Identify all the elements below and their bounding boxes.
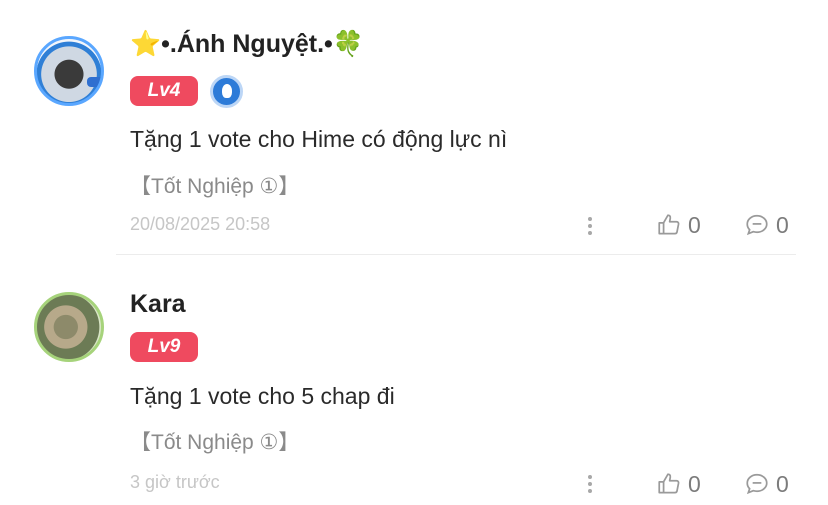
comment-text: Tặng 1 vote cho 5 chap đi <box>130 383 395 409</box>
avatar[interactable] <box>34 36 104 106</box>
comment-timestamp: 3 giờ trước <box>130 472 220 492</box>
divider <box>116 254 796 255</box>
avatar[interactable] <box>34 292 104 362</box>
more-vertical-icon[interactable] <box>582 215 598 239</box>
comment-author-name[interactable]: Kara <box>130 290 186 319</box>
comment-tag: 【Tốt Nghiệp ①】 <box>130 175 300 198</box>
reply-count: 0 <box>776 470 789 497</box>
level-badge: Lv4 <box>130 76 198 106</box>
comment-author-name[interactable]: ⭐•.Ánh Nguyệt.•🍀 <box>130 30 364 59</box>
reply-button[interactable]: 0 <box>744 212 789 238</box>
reply-button[interactable]: 0 <box>744 471 789 497</box>
reply-count: 0 <box>776 211 789 238</box>
like-button[interactable]: 0 <box>656 212 701 238</box>
comment-item: Kara Lv9 Tặng 1 vote cho 5 chap đi 【Tốt … <box>0 256 828 505</box>
more-vertical-icon[interactable] <box>582 473 598 497</box>
like-count: 0 <box>688 470 701 497</box>
comment-bubble-icon <box>746 473 768 495</box>
comment-text: Tặng 1 vote cho Hime có động lực nì <box>130 126 508 152</box>
thumbs-up-icon <box>658 473 680 494</box>
medal-icon <box>210 75 243 108</box>
like-button[interactable]: 0 <box>656 471 701 497</box>
comment-tag: 【Tốt Nghiệp ①】 <box>130 431 300 454</box>
comment-item: ⭐•.Ánh Nguyệt.•🍀 Lv4 Tặng 1 vote cho Him… <box>0 0 828 255</box>
thumbs-up-icon <box>658 214 680 235</box>
level-badge: Lv9 <box>130 332 198 362</box>
like-count: 0 <box>688 211 701 238</box>
comment-bubble-icon <box>746 214 768 236</box>
avatar-frame-badge <box>87 77 101 87</box>
comment-timestamp: 20/08/2025 20:58 <box>130 214 271 234</box>
